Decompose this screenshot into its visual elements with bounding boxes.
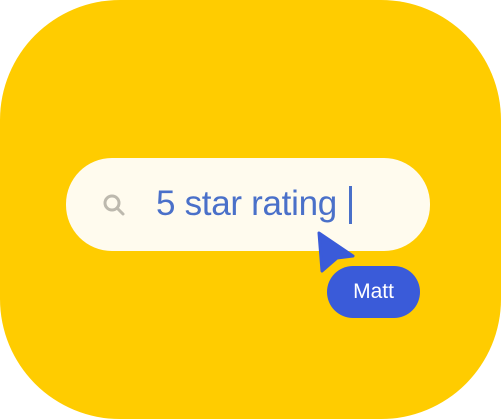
search-icon	[100, 191, 128, 219]
illustration-stage: 5 star rating Matt	[0, 0, 501, 419]
search-query-text[interactable]: 5 star rating	[156, 182, 337, 226]
collaborator-name-tag: Matt	[327, 266, 420, 318]
text-caret	[349, 186, 352, 224]
